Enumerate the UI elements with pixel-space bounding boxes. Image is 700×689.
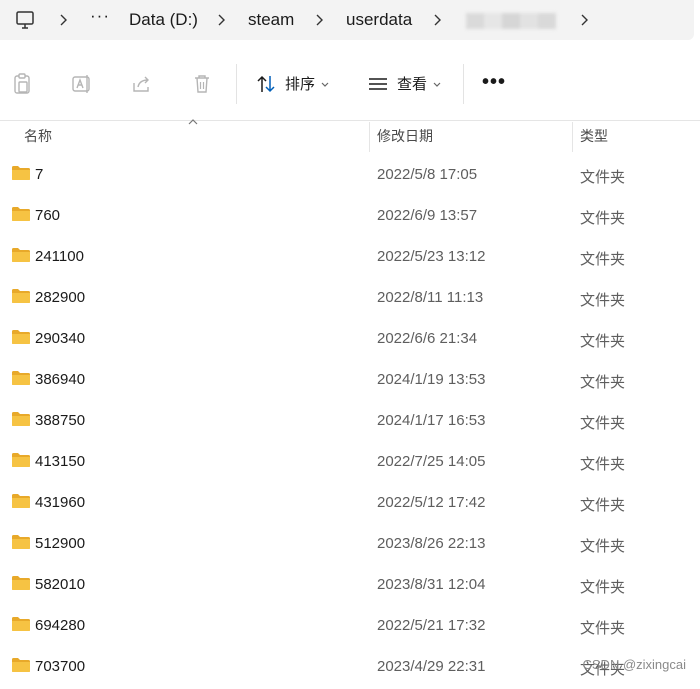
file-name: 241100 (35, 248, 84, 265)
file-row[interactable]: 413150 2022/7/25 14:05 文件夹 (0, 443, 700, 484)
file-name: 512900 (35, 535, 86, 552)
file-type: 文件夹 (580, 579, 626, 596)
file-name: 282900 (35, 289, 86, 306)
file-name: 388750 (35, 412, 86, 429)
view-icon[interactable] (366, 72, 390, 96)
folder-icon (12, 248, 30, 262)
file-modified-date: 2022/5/12 17:42 (377, 494, 486, 511)
delete-icon[interactable] (190, 72, 214, 96)
blurred-breadcrumb[interactable] (466, 13, 556, 29)
file-modified-date: 2022/6/9 13:57 (377, 207, 478, 224)
file-row[interactable]: 290340 2022/6/6 21:34 文件夹 (0, 320, 700, 361)
file-type: 文件夹 (580, 620, 626, 637)
chevron-down-icon[interactable] (321, 82, 329, 88)
file-modified-date: 2023/4/29 22:31 (377, 658, 486, 675)
file-type: 文件夹 (580, 497, 626, 514)
column-divider[interactable] (572, 122, 573, 152)
file-modified-date: 2022/5/8 17:05 (377, 166, 478, 183)
rename-icon[interactable] (70, 72, 94, 96)
toolbar-divider (463, 64, 464, 104)
file-row[interactable]: 582010 2023/8/31 12:04 文件夹 (0, 566, 700, 607)
folder-icon (12, 576, 30, 590)
column-header-modified[interactable]: 修改日期 (377, 126, 433, 146)
folder-icon (12, 412, 30, 426)
chevron-right-icon[interactable] (431, 11, 445, 29)
folder-icon (12, 330, 30, 344)
sort-icon[interactable] (254, 72, 278, 96)
column-header-type[interactable]: 类型 (580, 126, 608, 146)
folder-icon (12, 494, 30, 508)
file-row[interactable]: 282900 2022/8/11 11:13 文件夹 (0, 279, 700, 320)
watermark: CSDN @zixingcai (582, 657, 687, 672)
chevron-right-icon[interactable] (313, 11, 327, 29)
folder-icon (12, 371, 30, 385)
file-modified-date: 2022/7/25 14:05 (377, 453, 486, 470)
file-row[interactable]: 7 2022/5/8 17:05 文件夹 (0, 156, 700, 197)
file-type: 文件夹 (580, 333, 626, 350)
file-modified-date: 2023/8/26 22:13 (377, 535, 486, 552)
breadcrumb-overflow[interactable]: ··· (90, 6, 110, 26)
file-type: 文件夹 (580, 538, 626, 555)
address-bar[interactable]: ··· Data (D:) steam userdata (0, 0, 694, 40)
file-name: 290340 (35, 330, 86, 347)
folder-icon (12, 166, 30, 180)
toolbar-divider (236, 64, 237, 104)
file-row[interactable]: 241100 2022/5/23 13:12 文件夹 (0, 238, 700, 279)
column-header-row: 名称 修改日期 类型 (0, 119, 700, 152)
file-modified-date: 2022/8/11 11:13 (377, 289, 484, 306)
folder-icon (12, 535, 30, 549)
chevron-right-icon[interactable] (215, 11, 229, 29)
breadcrumb-data-drive[interactable]: Data (D:) (129, 9, 198, 31)
chevron-right-icon[interactable] (57, 11, 71, 29)
file-row[interactable]: 760 2022/6/9 13:57 文件夹 (0, 197, 700, 238)
file-row[interactable]: 431960 2022/5/12 17:42 文件夹 (0, 484, 700, 525)
file-row[interactable]: 388750 2024/1/17 16:53 文件夹 (0, 402, 700, 443)
computer-icon[interactable] (14, 9, 36, 31)
sort-ascending-icon (188, 119, 198, 125)
file-modified-date: 2022/5/23 13:12 (377, 248, 486, 265)
file-name: 7 (35, 166, 44, 183)
file-modified-date: 2024/1/19 13:53 (377, 371, 486, 388)
sort-button[interactable]: 排序 (285, 76, 315, 94)
file-name: 703700 (35, 658, 86, 675)
file-type: 文件夹 (580, 169, 626, 186)
file-type: 文件夹 (580, 210, 626, 227)
breadcrumb-userdata[interactable]: userdata (346, 9, 412, 31)
file-name: 760 (35, 207, 61, 224)
folder-icon (12, 289, 30, 303)
file-type: 文件夹 (580, 374, 626, 391)
file-name: 386940 (35, 371, 86, 388)
file-type: 文件夹 (580, 292, 626, 309)
folder-icon (12, 207, 30, 221)
file-type: 文件夹 (580, 251, 626, 268)
file-name: 582010 (35, 576, 86, 593)
chevron-right-icon[interactable] (578, 11, 592, 29)
folder-icon (12, 658, 30, 672)
file-name: 431960 (35, 494, 86, 511)
file-modified-date: 2022/5/21 17:32 (377, 617, 486, 634)
file-name: 413150 (35, 453, 86, 470)
file-row[interactable]: 386940 2024/1/19 13:53 文件夹 (0, 361, 700, 402)
folder-icon (12, 453, 30, 467)
paste-icon[interactable] (10, 72, 34, 96)
file-type: 文件夹 (580, 415, 626, 432)
file-row[interactable]: 694280 2022/5/21 17:32 文件夹 (0, 607, 700, 648)
folder-icon (12, 617, 30, 631)
file-modified-date: 2023/8/31 12:04 (377, 576, 486, 593)
share-icon[interactable] (130, 72, 154, 96)
file-row[interactable]: 512900 2023/8/26 22:13 文件夹 (0, 525, 700, 566)
file-modified-date: 2024/1/17 16:53 (377, 412, 486, 429)
view-button[interactable]: 查看 (397, 76, 427, 94)
more-options-button[interactable]: ••• (482, 72, 506, 92)
chevron-down-icon[interactable] (433, 82, 441, 88)
column-header-name[interactable]: 名称 (24, 126, 52, 146)
file-name: 694280 (35, 617, 86, 634)
breadcrumb-steam[interactable]: steam (248, 9, 294, 31)
file-type: 文件夹 (580, 456, 626, 473)
column-divider[interactable] (369, 122, 370, 152)
command-bar: 排序 查看 ••• (0, 48, 700, 121)
file-modified-date: 2022/6/6 21:34 (377, 330, 478, 347)
